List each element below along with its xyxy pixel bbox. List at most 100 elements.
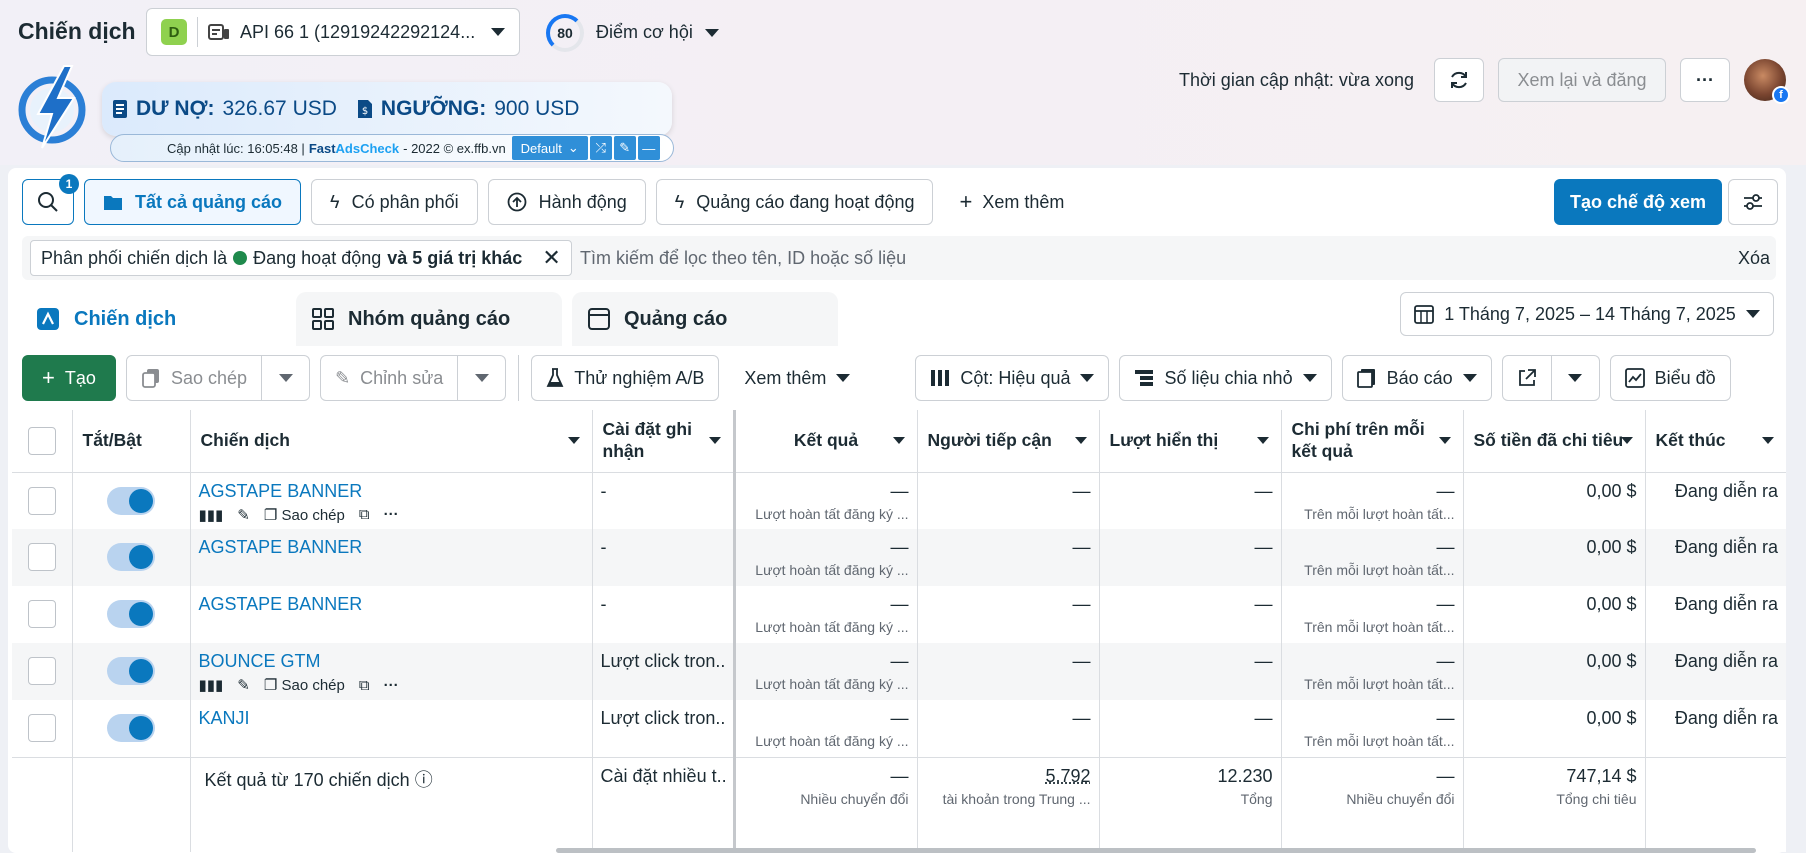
header-amount-spent[interactable]: Số tiền đã chi tiêu — [1463, 410, 1646, 473]
ends-value: Đang diễn ra — [1674, 708, 1778, 728]
campaign-cell: KANJI — [190, 700, 593, 757]
has-delivery-view[interactable]: ϟ Có phân phối — [311, 179, 478, 225]
avatar[interactable]: f — [1744, 59, 1790, 104]
campaign-toggle[interactable] — [107, 486, 155, 515]
account-selector[interactable]: D API 66 1 (12919242292124... — [146, 8, 520, 56]
chevron-down-icon — [1568, 374, 1583, 382]
results-type: Lượt hoàn tất đăng ký ... — [755, 505, 909, 522]
profile-select[interactable]: Default ⌄ — [511, 136, 588, 160]
minimize-icon[interactable]: — — [637, 136, 660, 160]
refresh-button[interactable] — [1434, 58, 1484, 102]
campaign-name-link[interactable]: AGSTAPE BANNER — [199, 537, 584, 558]
preview-icon[interactable]: ⧉ — [359, 677, 370, 694]
campaign-name-link[interactable]: AGSTAPE BANNER — [199, 481, 584, 502]
date-range-picker[interactable]: 1 Tháng 7, 2025 – 14 Tháng 7, 2025 — [1400, 292, 1774, 336]
sort-icon — [892, 437, 905, 444]
table-row[interactable]: BOUNCE GTM ▮▮▮ ✎ ❐ Sao chép ⧉ ··· Lượt c… — [12, 643, 1786, 700]
clear-filters-button[interactable]: Xóa — [1738, 248, 1770, 269]
row-checkbox[interactable] — [27, 714, 56, 742]
tab-ads[interactable]: Quảng cáo — [572, 292, 838, 346]
copy-button[interactable]: Sao chép — [126, 355, 263, 401]
campaign-name-link[interactable]: AGSTAPE BANNER — [199, 594, 584, 615]
row-checkbox[interactable] — [27, 657, 56, 685]
view-charts-icon[interactable]: ▮▮▮ — [199, 676, 224, 694]
more-options-button[interactable]: ··· — [1680, 58, 1730, 102]
all-ads-view[interactable]: Tất cả quảng cáo — [84, 179, 302, 225]
close-icon[interactable]: ✕ — [542, 247, 560, 269]
create-view-button[interactable]: Tạo chế độ xem — [1554, 179, 1722, 225]
campaign-toggle[interactable] — [107, 600, 155, 628]
header-impressions[interactable]: Lượt hiển thị — [1099, 410, 1282, 473]
campaign-toggle[interactable] — [107, 543, 155, 571]
more-icon[interactable]: ··· — [384, 677, 399, 694]
delivery-filter-chip[interactable]: Phân phối chiến dịch là Đang hoạt động v… — [30, 240, 572, 276]
table-row[interactable]: KANJI Lượt click tron... — Lượt hoàn tất … — [12, 700, 1786, 757]
info-icon[interactable]: ⓘ — [415, 770, 433, 790]
campaign-toggle[interactable] — [107, 714, 155, 742]
actions-view[interactable]: Hành động — [487, 179, 646, 225]
chart-button[interactable]: Biểu đồ — [1609, 355, 1731, 401]
pencil-icon[interactable]: ✎ — [237, 676, 250, 694]
row-checkbox[interactable] — [27, 486, 56, 515]
campaign-toggle[interactable] — [107, 657, 155, 685]
summary-label-cell: Kết quả từ 170 chiến dịch ⓘ — [190, 756, 593, 852]
reports-button[interactable]: Báo cáo — [1341, 355, 1492, 401]
sort-icon — [1438, 437, 1451, 444]
toggle-cell — [72, 529, 191, 586]
table-body: AGSTAPE BANNER ▮▮▮ ✎ ❐ Sao chép ⧉ ··· - … — [12, 472, 1786, 757]
shuffle-icon[interactable]: ⤮ — [589, 136, 612, 160]
create-button[interactable]: + Tạo — [22, 355, 116, 401]
opportunity-dropdown[interactable]: Điểm cơ hội — [596, 22, 719, 43]
review-publish-button[interactable]: Xem lại và đăng — [1498, 58, 1666, 102]
summary-reach[interactable]: 5.792 — [926, 766, 1090, 787]
export-button[interactable] — [1501, 355, 1552, 401]
campaign-name-link[interactable]: BOUNCE GTM — [199, 651, 584, 672]
table-row[interactable]: AGSTAPE BANNER ▮▮▮ ✎ ❐ Sao chép ⧉ ··· - … — [12, 472, 1786, 529]
header-results[interactable]: Kết quả — [734, 410, 918, 473]
opportunity-score[interactable]: 80 — [546, 14, 584, 52]
attribution-cell: Lượt click tron... — [592, 700, 736, 757]
ends-cell: Đang diễn ra — [1645, 529, 1786, 586]
header-cost-per-result[interactable]: Chi phí trên mỗi kết quả — [1281, 410, 1464, 473]
cpr-cell: — Trên mỗi lượt hoàn tất... — [1281, 586, 1464, 643]
filter-search-input[interactable]: Tìm kiếm để lọc theo tên, ID hoặc số liệ… — [580, 248, 906, 269]
row-copy-button[interactable]: ❐ Sao chép — [264, 506, 345, 524]
edit-icon[interactable]: ✎ — [613, 136, 636, 160]
impressions-value: — — [1254, 537, 1273, 557]
search-button[interactable]: 1 — [22, 174, 79, 225]
horizontal-scrollbar[interactable] — [556, 848, 1756, 853]
sort-icon — [1074, 437, 1087, 444]
export-dropdown[interactable] — [1551, 355, 1600, 401]
folder-icon — [104, 196, 122, 210]
tab-ad-sets[interactable]: Nhóm quảng cáo — [296, 292, 562, 346]
copy-dropdown[interactable] — [262, 355, 311, 401]
more-actions-button[interactable]: Xem thêm — [729, 355, 866, 401]
tab-campaigns[interactable]: Chiến dịch — [20, 292, 286, 346]
header-ends[interactable]: Kết thúc — [1645, 410, 1786, 473]
more-icon[interactable]: ··· — [384, 506, 399, 523]
table-row[interactable]: AGSTAPE BANNER - — Lượt hoàn tất đăng ký … — [12, 586, 1786, 643]
view-settings-button[interactable] — [1728, 179, 1778, 225]
view-charts-icon[interactable]: ▮▮▮ — [199, 506, 224, 524]
header-attribution[interactable]: Cài đặt ghi nhận — [592, 410, 736, 473]
campaign-name-link[interactable]: KANJI — [199, 708, 584, 729]
edit-button[interactable]: ✎ Chỉnh sửa — [320, 355, 459, 401]
row-copy-button[interactable]: ❐ Sao chép — [264, 676, 345, 694]
spent-value: 0,00 $ — [1586, 480, 1637, 501]
see-more-views[interactable]: + Xem thêm — [943, 189, 1080, 215]
header-reach[interactable]: Người tiếp cận — [917, 410, 1100, 473]
row-checkbox[interactable] — [27, 600, 56, 628]
preview-icon[interactable]: ⧉ — [359, 506, 370, 523]
chevron-down-icon — [1745, 310, 1760, 318]
select-all-checkbox[interactable] — [27, 426, 56, 455]
edit-dropdown[interactable] — [458, 355, 507, 401]
ab-test-button[interactable]: Thử nghiệm A/B — [531, 355, 720, 401]
columns-button[interactable]: Cột: Hiệu quả — [915, 355, 1110, 401]
pencil-icon[interactable]: ✎ — [237, 506, 250, 524]
breakdown-button[interactable]: Số liệu chia nhỏ — [1119, 355, 1332, 401]
active-ads-view[interactable]: ϟ Quảng cáo đang hoạt động — [655, 179, 934, 225]
row-checkbox[interactable] — [27, 543, 56, 571]
table-row[interactable]: AGSTAPE BANNER - — Lượt hoàn tất đăng ký … — [12, 529, 1786, 586]
header-toggle[interactable]: Tắt/Bật — [72, 410, 191, 473]
header-campaign[interactable]: Chiến dịch — [190, 410, 593, 473]
